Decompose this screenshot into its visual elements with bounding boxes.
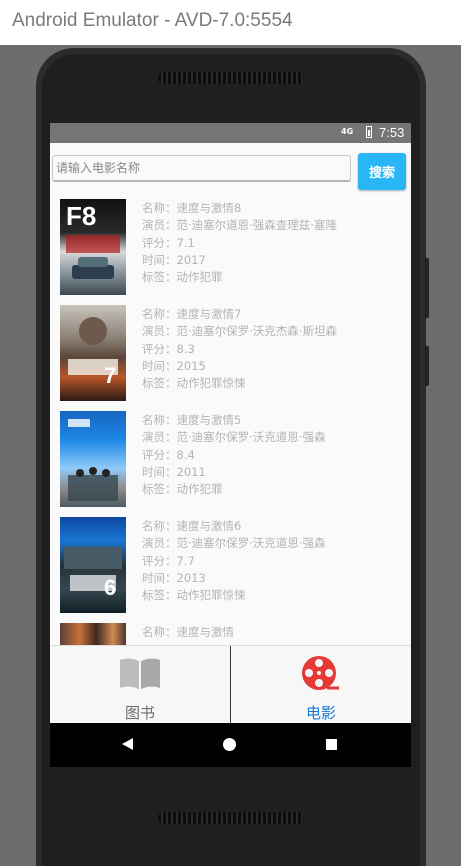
tab-movies[interactable]: 电影	[231, 646, 411, 724]
movie-poster: 6	[60, 517, 126, 613]
movie-list[interactable]: F8 名称：速度与激情8 演员：范·迪塞尔道恩·强森查理兹·塞隆 评分：7.1 …	[50, 195, 411, 645]
movie-list-item[interactable]: F8 名称：速度与激情8 演员：范·迪塞尔道恩·强森查理兹·塞隆 评分：7.1 …	[50, 195, 411, 302]
movie-info: 名称：速度与激情	[142, 624, 234, 641]
movie-name: 名称：速度与激情7	[142, 307, 242, 321]
movie-poster	[60, 623, 126, 645]
movie-rating: 评分：8.4	[142, 447, 195, 462]
movie-rating: 评分：7.1	[142, 235, 195, 250]
svg-text:7: 7	[104, 363, 116, 388]
movie-year: 时间：2017	[142, 252, 206, 267]
movie-poster: F8	[60, 199, 126, 295]
movie-year: 时间：2011	[142, 464, 206, 479]
movie-info: 名称：速度与激情7 演员：范·迪塞尔保罗·沃克杰森·斯坦森 评分：8.3 时间：…	[142, 306, 337, 392]
poster-art: 7	[68, 317, 118, 388]
search-button[interactable]: 搜索	[358, 153, 406, 190]
movie-list-item[interactable]: 名称：速度与激情5 演员：范·迪塞尔保罗·沃克道恩·强森 评分：8.4 时间：2…	[50, 407, 411, 514]
bottom-speaker-grille	[158, 812, 304, 824]
emulator-window-title: Android Emulator - AVD-7.0:5554	[0, 0, 461, 45]
movie-actors: 演员：范·迪塞尔保罗·沃克道恩·强森	[142, 536, 326, 551]
search-bar: 搜索	[50, 150, 411, 192]
movie-tags: 标签：动作犯罪惊悚	[142, 588, 246, 603]
battery-icon	[366, 126, 372, 138]
movie-name: 名称：速度与激情6	[142, 519, 242, 533]
movie-tags: 标签：动作犯罪惊悚	[142, 376, 246, 391]
movie-list-item[interactable]: 6 名称：速度与激情6 演员：范·迪塞尔保罗·沃克道恩·强森 评分：7.7 时间…	[50, 513, 411, 620]
book-icon	[120, 658, 160, 690]
movie-year: 时间：2015	[142, 358, 206, 373]
movie-name: 名称：速度与激情	[142, 625, 234, 639]
movie-info: 名称：速度与激情6 演员：范·迪塞尔保罗·沃克道恩·强森 评分：7.7 时间：2…	[142, 518, 325, 604]
phone-screen: 4G 7:53 搜索 F8 名称：速度与激情8 演员：范·迪塞尔道恩·强森查理兹…	[50, 123, 411, 767]
search-input[interactable]	[52, 155, 351, 182]
film-reel-icon	[302, 656, 339, 690]
tab-movies-label: 电影	[305, 704, 336, 722]
tab-books-label: 图书	[124, 704, 155, 722]
movie-poster	[60, 411, 126, 507]
movie-info: 名称：速度与激情8 演员：范·迪塞尔道恩·强森查理兹·塞隆 评分：7.1 时间：…	[142, 200, 337, 286]
movie-info: 名称：速度与激情5 演员：范·迪塞尔保罗·沃克道恩·强森 评分：8.4 时间：2…	[142, 412, 325, 498]
movie-list-item[interactable]: 7 名称：速度与激情7 演员：范·迪塞尔保罗·沃克杰森·斯坦森 评分：8.3 时…	[50, 301, 411, 408]
bottom-tab-bar: 图书 电影	[50, 645, 411, 724]
movie-year: 时间：2013	[142, 570, 206, 585]
recents-icon[interactable]	[326, 739, 337, 750]
movie-list-item[interactable]: 名称：速度与激情	[50, 619, 411, 645]
movie-actors: 演员：范·迪塞尔保罗·沃克道恩·强森	[142, 430, 326, 445]
movie-actors: 演员：范·迪塞尔保罗·沃克杰森·斯坦森	[142, 324, 337, 339]
back-icon[interactable]	[122, 738, 133, 750]
movie-poster: 7	[60, 305, 126, 401]
home-icon[interactable]	[223, 738, 236, 751]
status-bar: 4G 7:53	[50, 123, 411, 143]
movie-rating: 评分：7.7	[142, 553, 195, 568]
poster-art	[68, 419, 118, 501]
movie-tags: 标签：动作犯罪	[142, 482, 223, 497]
poster-art: F8	[66, 201, 120, 279]
tab-books[interactable]: 图书	[50, 646, 231, 724]
power-button[interactable]	[425, 258, 429, 318]
svg-text:F8: F8	[66, 201, 96, 231]
network-icon: 4G	[341, 127, 354, 136]
movie-rating: 评分：8.3	[142, 341, 195, 356]
movie-name: 名称：速度与激情8	[142, 201, 242, 215]
android-nav-bar	[50, 723, 411, 767]
top-speaker-grille	[158, 72, 304, 84]
svg-text:6: 6	[104, 575, 116, 600]
volume-button[interactable]	[425, 346, 429, 386]
status-time: 7:53	[379, 125, 405, 140]
movie-actors: 演员：范·迪塞尔道恩·强森查理兹·塞隆	[142, 218, 337, 233]
movie-name: 名称：速度与激情5	[142, 413, 242, 427]
poster-art: 6	[64, 547, 122, 600]
movie-tags: 标签：动作犯罪	[142, 270, 223, 285]
